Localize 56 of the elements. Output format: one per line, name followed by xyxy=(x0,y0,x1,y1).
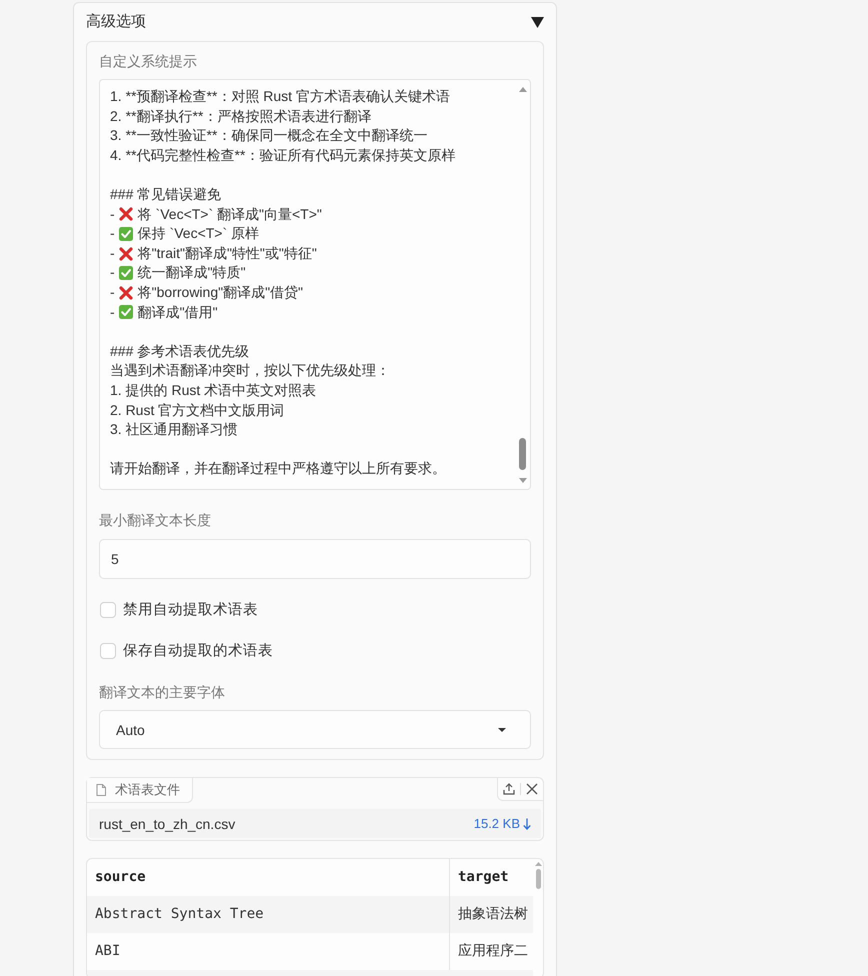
checkbox-label[interactable]: 保存自动提取的术语表 xyxy=(123,641,273,661)
prompt-line: 1. 提供的 Rust 术语中英文对照表 xyxy=(110,380,316,400)
list-dash: - xyxy=(110,302,115,322)
prompt-line: 统一翻译成"特质" xyxy=(138,263,246,282)
prompt-line: 请开始翻译，并在翻译过程中严格遵守以上所有要求。 xyxy=(110,459,446,478)
download-arrow-icon xyxy=(523,818,531,830)
scroll-up-icon[interactable] xyxy=(534,862,542,866)
field-label: 最小翻译文本长度 xyxy=(99,511,212,530)
cross-mark-icon xyxy=(118,286,133,300)
prompt-line: 2. Rust 官方文档中文版用词 xyxy=(110,400,284,420)
prompt-line: 3. **一致性验证**：确保同一概念在全文中翻译统一 xyxy=(110,126,428,146)
cross-mark-icon xyxy=(118,207,133,222)
upload-icon xyxy=(503,783,515,795)
field-label: 翻译文本的主要字体 xyxy=(99,683,226,702)
file-name: rust_en_to_zh_cn.csv xyxy=(99,816,236,832)
prompt-line: 将 `Vec<T>` 翻译成"向量<T>" xyxy=(138,204,322,224)
system-prompt-field[interactable] xyxy=(99,79,531,490)
cross-mark-icon xyxy=(118,246,133,261)
caret-icon xyxy=(498,728,506,732)
file-icon xyxy=(96,784,106,796)
checkbox[interactable] xyxy=(100,643,116,659)
prompt-line: 4. **代码完整性检查**：验证所有代码元素保持英文原样 xyxy=(110,146,456,165)
field-label: 自定义系统提示 xyxy=(99,52,198,71)
check-mark-icon xyxy=(118,266,133,280)
list-dash: - xyxy=(110,263,115,282)
min-length-input[interactable]: 5 xyxy=(99,539,531,579)
list-dash: - xyxy=(110,244,115,263)
column-header[interactable]: target xyxy=(450,859,533,896)
checkbox-label[interactable]: 禁用自动提取术语表 xyxy=(123,600,258,620)
prompt-line: 2. **翻译执行**：严格按照术语表进行翻译 xyxy=(110,106,372,126)
list-dash: - xyxy=(110,282,115,302)
scrollbar-thumb[interactable] xyxy=(519,438,526,470)
scroll-up-icon[interactable] xyxy=(518,87,526,92)
prompt-line: 保持 `Vec<T>` 原样 xyxy=(138,224,260,244)
prompt-line: 将"borrowing"翻译成"借贷" xyxy=(138,282,304,302)
accordion-header[interactable]: 高级选项 xyxy=(86,3,544,41)
scroll-down-icon[interactable] xyxy=(518,478,526,483)
prompt-line: 当遇到术语翻译冲突时，按以下优先级处理： xyxy=(110,361,390,380)
font-dropdown[interactable]: Auto xyxy=(99,710,531,749)
prompt-line: ### 常见错误避免 xyxy=(110,184,222,204)
prompt-line: 3. 社区通用翻译习惯 xyxy=(110,420,238,440)
check-mark-icon xyxy=(118,226,133,241)
checkbox[interactable] xyxy=(100,602,116,618)
list-dash: - xyxy=(110,224,115,244)
list-dash: - xyxy=(110,204,115,224)
prompt-line: ### 参考术语表优先级 xyxy=(110,342,250,361)
prompt-line: 1. **预翻译检查**：对照 Rust 官方术语表确认关键术语 xyxy=(110,87,450,106)
scrollbar-thumb[interactable] xyxy=(536,869,540,889)
table-cell: Abstract Syntax Tree xyxy=(87,896,450,933)
close-icon xyxy=(526,783,538,795)
table-cell: 抽象语法树 xyxy=(450,896,533,933)
prompt-line: 翻译成"借用" xyxy=(138,302,218,322)
prompt-line: 将"trait"翻译成"特性"或"特征" xyxy=(138,244,317,263)
check-mark-icon xyxy=(118,305,133,320)
file-label-text: 术语表文件 xyxy=(115,781,180,799)
file-download-link[interactable]: 15.2 KB xyxy=(474,816,531,831)
